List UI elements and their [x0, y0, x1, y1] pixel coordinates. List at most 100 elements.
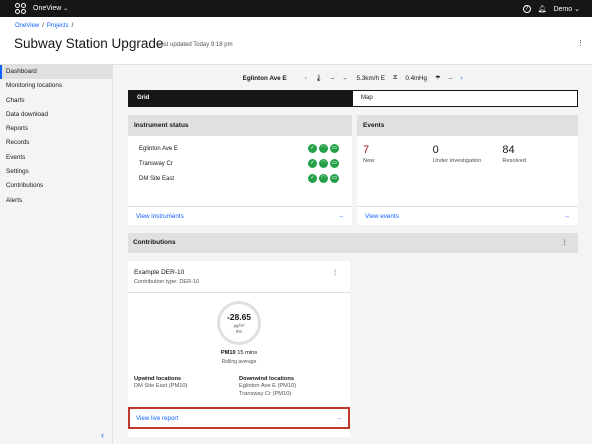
last-updated: Last updated Today 9:18 pm: [157, 42, 233, 48]
pm-label: PM10 15 mins: [128, 350, 350, 356]
tab-grid[interactable]: Grid: [129, 91, 353, 106]
instrument-name: Transway Cr: [139, 160, 173, 167]
breadcrumb-separator: /: [71, 23, 74, 29]
contribution-card: Example DER-10 Contribution type: DER-10…: [128, 261, 350, 437]
user-menu[interactable]: Demo ⌄: [553, 5, 580, 13]
breadcrumb-home[interactable]: OneView: [15, 23, 39, 29]
user-name: Demo: [553, 5, 573, 13]
temperature-icon: 🌡︎: [314, 75, 323, 82]
sidebar-item-contributions[interactable]: Contributions: [0, 179, 112, 193]
instrument-row[interactable]: Transway Cr ✓ ◠ ▭: [128, 156, 352, 171]
pm-type: PM10: [220, 350, 236, 356]
previous-location-icon[interactable]: ‹: [305, 75, 307, 82]
contributions-header: Contributions ⋮: [128, 233, 578, 253]
event-stat-resolved[interactable]: 84 Resolved: [502, 144, 572, 164]
location-bar: Eglinton Ave E ‹ 🌡︎ – ← 5.3km/h E ⧖ 0.4i…: [113, 72, 592, 84]
location-name: Eglinton Ave E: [242, 74, 287, 82]
sidebar-item-settings[interactable]: Settings: [0, 165, 112, 179]
instrument-row[interactable]: DM Site East ✓ ◠ ▭: [128, 171, 352, 186]
event-stat-value: 0: [432, 144, 439, 156]
help-icon[interactable]: ?: [522, 4, 531, 13]
event-stat-investigation[interactable]: 0 Under investigation: [433, 144, 503, 164]
chevron-down-icon: ⌄: [63, 6, 69, 12]
instrument-name: Eglinton Ave E: [139, 145, 178, 152]
instrument-status-title: Instrument status: [128, 115, 352, 136]
event-stat-value: 7: [363, 144, 370, 156]
view-events-label: View events: [365, 212, 399, 220]
top-bar: OneView ⌄ ? 🔔︎ Demo ⌄: [0, 0, 592, 17]
arrow-right-icon: →: [563, 212, 570, 220]
sidebar: Dashboard Monitoring locations Charts Da…: [0, 65, 113, 444]
event-stat-new[interactable]: 7 New: [363, 144, 433, 164]
instrument-row[interactable]: Eglinton Ave E ✓ ◠ ▭: [128, 141, 352, 156]
gauge: -28.65 µg/m³ 0%: [217, 301, 261, 345]
instrument-status-panel: Instrument status Eglinton Ave E ✓ ◠ ▭ T…: [128, 115, 352, 225]
sidebar-item-data-download[interactable]: Data download: [0, 108, 112, 122]
card-title: Example DER-10: [134, 269, 185, 276]
instrument-name: DM Site East: [139, 175, 175, 182]
sidebar-item-monitoring-locations[interactable]: Monitoring locations: [0, 79, 112, 93]
card-subtitle: Contribution type: DER-10: [134, 279, 200, 285]
view-instruments-link[interactable]: View instruments →: [128, 206, 352, 225]
sidebar-item-alerts[interactable]: Alerts: [0, 194, 112, 208]
battery-icon: ▭: [330, 174, 339, 183]
sidebar-item-reports[interactable]: Reports: [0, 122, 112, 136]
sidebar-item-events[interactable]: Events: [0, 151, 112, 165]
battery-icon: ▭: [330, 144, 339, 153]
rain-value: –: [448, 74, 453, 82]
gauge-value: -28.65: [226, 312, 252, 322]
gauge-percent: 0%: [235, 329, 243, 334]
event-stat-label: Resolved: [502, 158, 527, 164]
chevron-down-icon: ⌄: [574, 5, 580, 13]
wifi-icon: ◠: [319, 144, 328, 153]
arrow-right-icon: →: [337, 212, 344, 220]
wifi-icon: ◠: [319, 159, 328, 168]
downwind-location: Transway Cr (PM10): [239, 390, 292, 397]
event-stat-label: New: [363, 158, 375, 164]
wind-value: 5.3km/h E: [356, 74, 385, 82]
gauge-unit: µg/m³: [233, 323, 245, 328]
check-icon: ✓: [308, 144, 317, 153]
collapse-sidebar-icon[interactable]: ‹: [101, 430, 104, 440]
events-title: Events: [357, 115, 578, 136]
sidebar-item-dashboard[interactable]: Dashboard: [0, 65, 112, 80]
app-switcher[interactable]: OneView ⌄: [33, 5, 68, 12]
temperature-value: –: [330, 74, 335, 82]
next-location-icon[interactable]: ›: [460, 75, 462, 82]
view-events-link[interactable]: View events →: [357, 206, 578, 225]
rain-icon: ☂: [435, 74, 441, 82]
battery-icon: ▭: [330, 159, 339, 168]
upwind-label: Upwind locations: [134, 376, 182, 382]
event-stat-value: 84: [502, 144, 515, 156]
pressure-icon: ⧖: [392, 74, 398, 81]
event-stat-label: Under investigation: [432, 158, 482, 164]
upwind-locations: Upwind locations DM Site East (PM10): [134, 376, 187, 391]
pm-interval: 15 mins: [237, 350, 258, 356]
upwind-location: DM Site East (PM10): [134, 383, 188, 389]
contributions-title: Contributions: [133, 239, 176, 246]
arrow-right-icon: →: [335, 414, 342, 422]
page-header: OneView / Projects / Subway Station Upgr…: [0, 17, 592, 65]
app-logo-icon[interactable]: [15, 2, 27, 15]
main-content: Eglinton Ave E ‹ 🌡︎ – ← 5.3km/h E ⧖ 0.4i…: [113, 65, 592, 444]
bell-icon[interactable]: 🔔︎: [538, 5, 547, 13]
wind-icon: ←: [342, 74, 349, 82]
view-live-report-link[interactable]: View live report →: [128, 407, 350, 429]
wifi-icon: ◠: [319, 174, 328, 183]
breadcrumb-separator: /: [42, 23, 44, 29]
check-icon: ✓: [308, 159, 317, 168]
view-live-report-label: View live report: [136, 414, 179, 422]
overflow-menu-icon[interactable]: ⋮: [332, 269, 338, 276]
overflow-menu-icon[interactable]: ⋮: [577, 39, 584, 47]
view-tabs: Grid Map: [128, 90, 578, 107]
rolling-average-label: Rolling average: [221, 359, 257, 365]
sidebar-item-charts[interactable]: Charts: [0, 94, 112, 108]
breadcrumb-projects[interactable]: Projects: [47, 23, 69, 29]
divider: [128, 292, 350, 293]
page-title: Subway Station Upgrade: [14, 36, 164, 51]
tab-map[interactable]: Map: [353, 91, 577, 106]
sidebar-item-records[interactable]: Records: [0, 136, 112, 150]
view-instruments-label: View instruments: [136, 212, 184, 220]
overflow-menu-icon[interactable]: ⋮: [562, 233, 569, 253]
pressure-value: 0.4inHg: [405, 74, 428, 82]
